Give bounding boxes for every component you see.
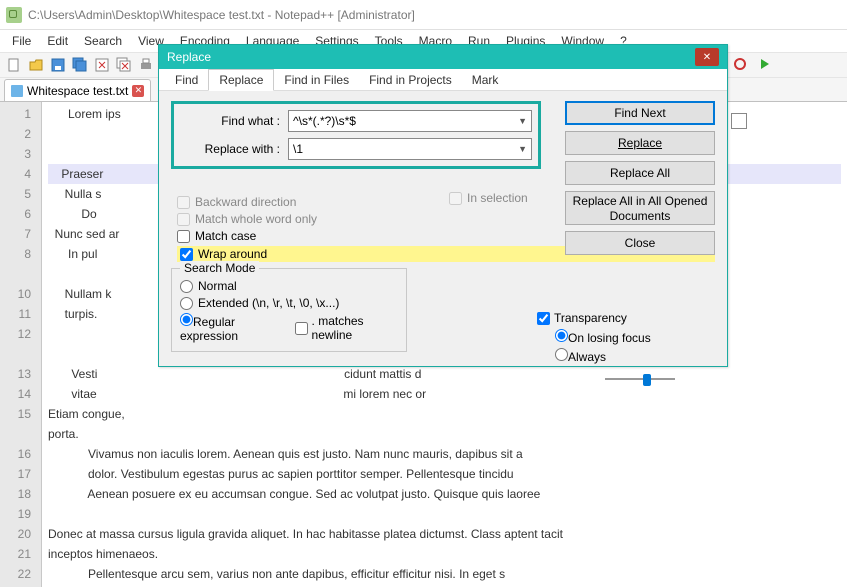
file-tab[interactable]: Whitespace test.txt ✕ bbox=[4, 79, 151, 101]
window-title: C:\Users\Admin\Desktop\Whitespace test.t… bbox=[28, 8, 415, 22]
tab-find-in-projects[interactable]: Find in Projects bbox=[359, 70, 462, 90]
find-next-direction-checkbox[interactable] bbox=[731, 113, 747, 129]
toolbar-right bbox=[730, 54, 774, 74]
mode-normal-radio[interactable] bbox=[180, 280, 193, 293]
find-what-label: Find what : bbox=[180, 114, 280, 128]
replace-all-open-button[interactable]: Replace All in All Opened Documents bbox=[565, 191, 715, 225]
dialog-title: Replace bbox=[167, 50, 211, 64]
close-file-icon[interactable] bbox=[92, 55, 112, 75]
save-all-icon[interactable] bbox=[70, 55, 90, 75]
dialog-titlebar[interactable]: Replace ✕ bbox=[159, 45, 727, 69]
line-number-gutter: 1234567810111213141516171819202122 bbox=[0, 102, 42, 587]
mode-regex-radio[interactable] bbox=[180, 313, 193, 326]
on-losing-focus-radio[interactable] bbox=[555, 329, 568, 342]
search-mode-legend: Search Mode bbox=[180, 261, 259, 275]
find-next-button[interactable]: Find Next bbox=[565, 101, 715, 125]
open-file-icon[interactable] bbox=[26, 55, 46, 75]
matches-newline-checkbox[interactable] bbox=[295, 322, 308, 335]
new-file-icon[interactable] bbox=[4, 55, 24, 75]
highlighted-input-group: Find what : ^\s*(.*?)\s*$▼ Replace with … bbox=[171, 101, 541, 169]
menu-edit[interactable]: Edit bbox=[39, 32, 76, 50]
search-mode-group: Search Mode Normal Extended (\n, \r, \t,… bbox=[171, 268, 407, 352]
file-tab-label: Whitespace test.txt bbox=[27, 84, 128, 98]
button-column: Find Next Replace Replace All Replace Al… bbox=[565, 101, 715, 255]
dialog-close-button[interactable]: ✕ bbox=[695, 48, 719, 66]
replace-button[interactable]: Replace bbox=[565, 131, 715, 155]
close-all-icon[interactable] bbox=[114, 55, 134, 75]
transparency-checkbox[interactable] bbox=[537, 312, 550, 325]
in-selection-checkbox bbox=[449, 192, 462, 205]
close-tab-icon[interactable]: ✕ bbox=[132, 85, 144, 97]
tab-find[interactable]: Find bbox=[165, 70, 208, 90]
menu-file[interactable]: File bbox=[4, 32, 39, 50]
always-radio[interactable] bbox=[555, 348, 568, 361]
dialog-tabs: Find Replace Find in Files Find in Proje… bbox=[159, 69, 727, 91]
wrap-around-checkbox[interactable] bbox=[180, 248, 193, 261]
save-icon[interactable] bbox=[48, 55, 68, 75]
tab-mark[interactable]: Mark bbox=[462, 70, 509, 90]
play-macro-icon[interactable] bbox=[754, 54, 774, 74]
replace-with-label: Replace with : bbox=[180, 142, 280, 156]
replace-with-input[interactable]: \1▼ bbox=[288, 138, 532, 160]
dropdown-icon[interactable]: ▼ bbox=[518, 116, 527, 126]
app-icon bbox=[6, 7, 22, 23]
backward-checkbox bbox=[177, 196, 190, 209]
record-macro-icon[interactable] bbox=[730, 54, 750, 74]
file-icon bbox=[11, 85, 23, 97]
menu-search[interactable]: Search bbox=[76, 32, 130, 50]
tab-replace[interactable]: Replace bbox=[208, 69, 274, 91]
title-bar: C:\Users\Admin\Desktop\Whitespace test.t… bbox=[0, 0, 847, 30]
mode-extended-radio[interactable] bbox=[180, 297, 193, 310]
whole-word-checkbox bbox=[177, 213, 190, 226]
in-selection-option: In selection bbox=[449, 191, 528, 205]
print-icon[interactable] bbox=[136, 55, 156, 75]
dropdown-icon[interactable]: ▼ bbox=[518, 144, 527, 154]
replace-dialog: Replace ✕ Find Replace Find in Files Fin… bbox=[158, 44, 728, 367]
transparency-slider[interactable] bbox=[605, 373, 675, 385]
tab-find-in-files[interactable]: Find in Files bbox=[274, 70, 359, 90]
transparency-group: Transparency On losing focus Always bbox=[537, 311, 707, 385]
replace-all-button[interactable]: Replace All bbox=[565, 161, 715, 185]
find-what-input[interactable]: ^\s*(.*?)\s*$▼ bbox=[288, 110, 532, 132]
match-case-checkbox[interactable] bbox=[177, 230, 190, 243]
close-button[interactable]: Close bbox=[565, 231, 715, 255]
